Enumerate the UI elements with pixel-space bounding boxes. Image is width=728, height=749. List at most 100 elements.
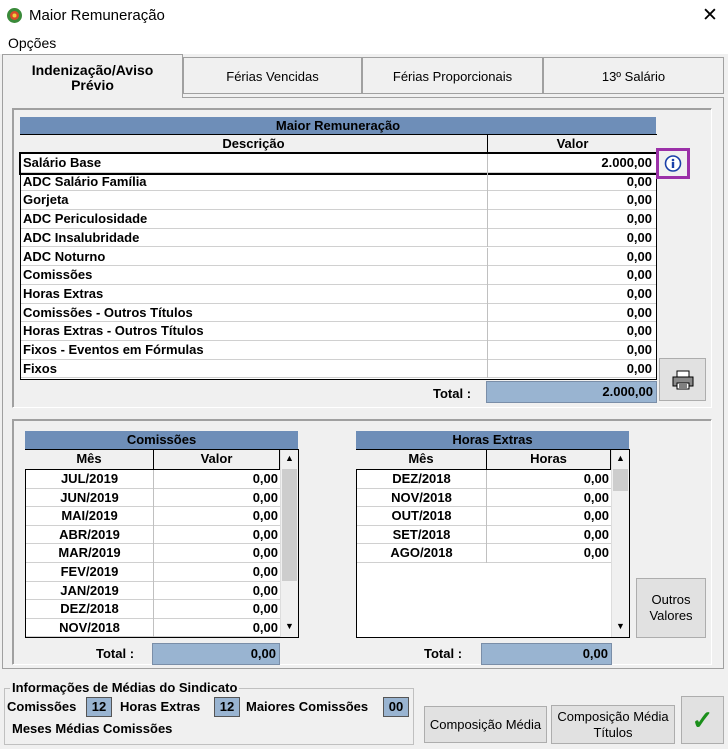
horas-row[interactable]: NOV/2018 0,00 bbox=[357, 488, 611, 508]
scroll-down-arrow[interactable]: ▼ bbox=[612, 618, 629, 635]
row-descricao: ADC Periculosidade bbox=[23, 211, 148, 227]
column-separator bbox=[153, 488, 154, 508]
column-separator bbox=[487, 284, 488, 304]
tab-indenizacao[interactable]: Indenização/Aviso Prévio bbox=[2, 54, 183, 98]
col-descricao: Descrição bbox=[20, 135, 488, 154]
tab-ferias-vencidas[interactable]: Férias Vencidas bbox=[183, 57, 362, 94]
comissoes-scrollbar[interactable]: ▲ ▼ bbox=[280, 450, 298, 637]
horas-grid: Mês Horas ▲ ▼ DEZ/2018 0,00 NOV/2018 0,00 OU… bbox=[356, 449, 630, 638]
tab-13-salario[interactable]: 13º Salário bbox=[543, 57, 724, 94]
horas-row[interactable]: DEZ/2018 0,00 bbox=[357, 470, 611, 489]
comissoes-row[interactable]: JUN/2019 0,00 bbox=[26, 488, 280, 508]
maior-row[interactable]: ADC Noturno 0,00 bbox=[21, 247, 656, 267]
row-mes: JAN/2019 bbox=[60, 582, 119, 598]
sindicato-horas-label: Horas Extras bbox=[120, 699, 201, 714]
ok-button[interactable]: ✓ bbox=[681, 696, 724, 744]
maior-row[interactable]: Comissões 0,00 bbox=[21, 266, 656, 285]
button-label-line2: Títulos bbox=[593, 725, 633, 740]
comissoes-row[interactable]: ABR/2019 0,00 bbox=[26, 525, 280, 545]
column-separator bbox=[487, 172, 488, 192]
tab-label-line1: Indenização/Aviso bbox=[31, 62, 154, 78]
composicao-media-button[interactable]: Composição Média bbox=[424, 706, 547, 743]
menu-opcoes[interactable]: Opções bbox=[8, 35, 56, 51]
row-horas: 0,00 bbox=[583, 508, 609, 524]
column-separator bbox=[153, 507, 154, 526]
scroll-up-arrow[interactable]: ▲ bbox=[612, 450, 629, 467]
comissoes-row[interactable]: MAI/2019 0,00 bbox=[26, 507, 280, 526]
column-separator bbox=[487, 247, 488, 267]
horas-scrollbar[interactable]: ▲ ▼ bbox=[611, 450, 629, 637]
comissoes-row[interactable]: DEZ/2018 0,00 bbox=[26, 600, 280, 619]
outros-valores-button[interactable]: Outros Valores bbox=[636, 578, 706, 638]
comissoes-total-label: Total : bbox=[96, 646, 135, 661]
scroll-thumb[interactable] bbox=[613, 469, 628, 491]
maior-row[interactable]: Fixos - Eventos em Fórmulas 0,00 bbox=[21, 341, 656, 360]
row-horas: 0,00 bbox=[583, 526, 609, 542]
maior-row[interactable]: ADC Periculosidade 0,00 bbox=[21, 210, 656, 229]
row-mes: FEV/2019 bbox=[60, 564, 119, 579]
tab-label: 13º Salário bbox=[601, 69, 666, 84]
sindicato-maiores-value[interactable]: 00 bbox=[383, 697, 409, 717]
row-valor: 0,00 bbox=[626, 304, 652, 320]
sindicato-comissoes-label: Comissões bbox=[7, 699, 77, 714]
horas-row[interactable]: SET/2018 0,00 bbox=[357, 525, 611, 545]
composicao-titulos-button[interactable]: Composição Média Títulos bbox=[551, 705, 675, 744]
info-icon bbox=[664, 155, 682, 172]
row-horas: 0,00 bbox=[583, 489, 609, 505]
row-descricao: Fixos - Eventos em Fórmulas bbox=[23, 342, 204, 357]
maior-row[interactable]: Horas Extras 0,00 bbox=[21, 284, 656, 304]
horas-row[interactable]: AGO/2018 0,00 bbox=[357, 544, 611, 563]
maior-row[interactable]: Gorjeta 0,00 bbox=[21, 191, 656, 211]
comissoes-row[interactable]: JAN/2019 0,00 bbox=[26, 581, 280, 601]
column-separator bbox=[153, 470, 154, 489]
maior-row[interactable]: Salário Base 2.000,00 bbox=[19, 152, 658, 175]
column-separator bbox=[487, 210, 488, 229]
scroll-down-arrow[interactable]: ▼ bbox=[281, 618, 298, 635]
row-valor: 0,00 bbox=[252, 619, 278, 635]
maior-row[interactable]: Fixos 0,00 bbox=[21, 359, 656, 379]
column-separator bbox=[487, 266, 488, 285]
row-valor: 2.000,00 bbox=[601, 155, 652, 170]
print-button[interactable] bbox=[659, 358, 706, 401]
maior-row[interactable]: ADC Salário Família 0,00 bbox=[21, 172, 656, 192]
col-mes: Mês bbox=[356, 450, 487, 470]
col-valor: Valor bbox=[153, 450, 280, 470]
row-descricao: ADC Salário Família bbox=[23, 173, 147, 189]
row-mes: NOV/2018 bbox=[391, 489, 452, 505]
maior-total-label: Total : bbox=[433, 386, 472, 401]
row-valor: 0,00 bbox=[626, 285, 652, 301]
window-title: Maior Remuneração bbox=[29, 7, 165, 24]
tab-label: Férias Proporcionais bbox=[392, 69, 513, 84]
printer-icon bbox=[672, 370, 693, 390]
button-label-line1: Composição Média bbox=[557, 709, 669, 724]
maior-row[interactable]: ADC Insalubridade 0,00 bbox=[21, 228, 656, 248]
comissoes-row[interactable]: JUL/2019 0,00 bbox=[26, 470, 280, 489]
comissoes-total-value: 0,00 bbox=[152, 643, 280, 665]
maior-row[interactable]: Comissões - Outros Títulos 0,00 bbox=[21, 303, 656, 323]
row-mes: SET/2018 bbox=[392, 526, 451, 542]
comissoes-row[interactable]: MAR/2019 0,00 bbox=[26, 544, 280, 563]
horas-row[interactable]: OUT/2018 0,00 bbox=[357, 507, 611, 526]
app-icon bbox=[7, 8, 22, 23]
button-label-line1: Outros bbox=[651, 592, 691, 607]
row-valor: 0,00 bbox=[626, 211, 652, 227]
row-valor: 0,00 bbox=[252, 526, 278, 542]
maior-row[interactable]: Horas Extras - Outros Títulos 0,00 bbox=[21, 322, 656, 341]
sindicato-comissoes-value[interactable]: 12 bbox=[86, 697, 112, 717]
scroll-up-arrow[interactable]: ▲ bbox=[281, 450, 298, 467]
close-button[interactable]: ✕ bbox=[695, 3, 725, 29]
sindicato-title: Informações de Médias do Sindicato bbox=[10, 680, 240, 695]
info-button[interactable] bbox=[656, 148, 690, 179]
column-separator bbox=[153, 525, 154, 545]
comissoes-row[interactable]: FEV/2019 0,00 bbox=[26, 563, 280, 582]
column-separator bbox=[153, 563, 154, 582]
row-descricao: Gorjeta bbox=[23, 192, 69, 208]
comissoes-row[interactable]: NOV/2018 0,00 bbox=[26, 618, 280, 638]
row-descricao: ADC Insalubridade bbox=[23, 229, 140, 245]
col-mes: Mês bbox=[25, 450, 154, 470]
sindicato-horas-value[interactable]: 12 bbox=[214, 697, 240, 717]
sindicato-maiores-label: Maiores Comissões bbox=[246, 699, 369, 714]
scroll-thumb[interactable] bbox=[282, 469, 297, 581]
tab-ferias-proporcionais[interactable]: Férias Proporcionais bbox=[362, 57, 543, 94]
column-separator bbox=[153, 600, 154, 619]
